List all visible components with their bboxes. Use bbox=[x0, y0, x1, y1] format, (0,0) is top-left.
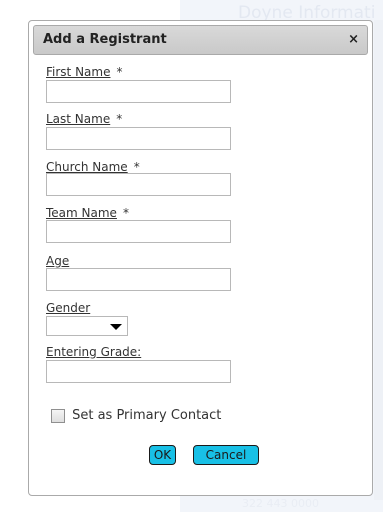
required-marker: * bbox=[116, 112, 123, 126]
cancel-button[interactable]: Cancel bbox=[193, 445, 259, 465]
background-edge bbox=[374, 20, 383, 500]
ok-button[interactable]: OK bbox=[149, 445, 176, 465]
team-name-input[interactable] bbox=[46, 220, 231, 243]
add-registrant-dialog: Add a Registrant × First Name * Last Name… bbox=[28, 20, 373, 496]
entering-grade-input[interactable] bbox=[46, 360, 231, 383]
primary-contact-label: Set as Primary Contact bbox=[72, 408, 222, 423]
required-marker: * bbox=[116, 65, 123, 79]
first-name-input[interactable] bbox=[46, 80, 231, 103]
required-marker: * bbox=[133, 160, 140, 174]
primary-contact-checkbox[interactable] bbox=[51, 408, 65, 423]
close-icon[interactable]: × bbox=[348, 31, 359, 49]
chevron-down-icon bbox=[110, 324, 122, 330]
entering-grade-label: Entering Grade: bbox=[46, 345, 141, 359]
team-name-label: Team Name * bbox=[46, 206, 129, 220]
entering-grade-label-text: Entering Grade: bbox=[46, 345, 142, 359]
age-input[interactable] bbox=[46, 268, 231, 291]
dialog-titlebar[interactable]: Add a Registrant × bbox=[33, 25, 368, 55]
team-name-label-text: Team Name bbox=[46, 206, 117, 220]
last-name-label-text: Last Name bbox=[46, 112, 111, 126]
dialog-title: Add a Registrant bbox=[43, 32, 167, 47]
age-label: Age bbox=[46, 254, 69, 268]
primary-contact-row[interactable]: Set as Primary Contact bbox=[51, 405, 221, 423]
last-name-label: Last Name * bbox=[46, 112, 122, 126]
last-name-input[interactable] bbox=[46, 127, 231, 150]
church-name-label-text: Church Name bbox=[46, 160, 128, 174]
required-marker: * bbox=[122, 206, 129, 220]
age-label-text: Age bbox=[46, 254, 70, 268]
gender-label-text: Gender bbox=[46, 301, 91, 315]
gender-select[interactable] bbox=[46, 316, 128, 336]
first-name-label: First Name * bbox=[46, 65, 122, 79]
gender-label: Gender bbox=[46, 301, 90, 315]
first-name-label-text: First Name bbox=[46, 65, 111, 79]
background-footer-text: 322 443 0000 bbox=[242, 497, 319, 510]
church-name-input[interactable] bbox=[46, 173, 231, 196]
church-name-label: Church Name * bbox=[46, 160, 140, 174]
